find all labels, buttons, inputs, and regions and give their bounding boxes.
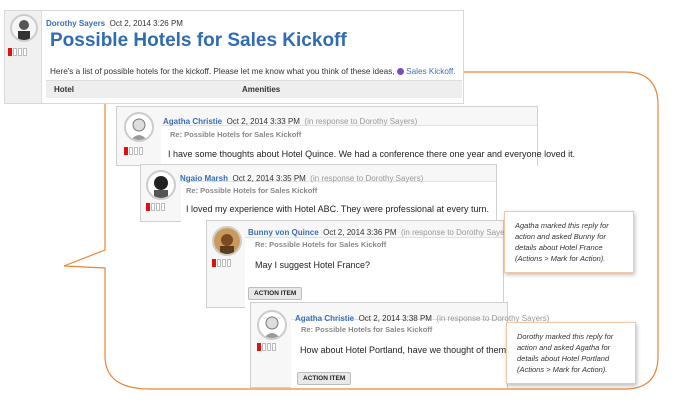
- reply-subject: Re: Possible Hotels for Sales Kickoff: [186, 186, 318, 195]
- place-icon: [396, 68, 404, 75]
- reply-body: I loved my experience with Hotel ABC. Th…: [186, 204, 489, 214]
- action-item-tag[interactable]: ACTION ITEM: [297, 372, 352, 385]
- rating-widget[interactable]: [257, 343, 276, 351]
- avatar[interactable]: [212, 226, 242, 256]
- author-name[interactable]: Ngaio Marsh: [180, 174, 228, 183]
- rating-widget[interactable]: [124, 147, 143, 155]
- column-header: Hotel: [54, 85, 74, 94]
- author-name[interactable]: Dorothy Sayers: [46, 19, 105, 28]
- rating-widget[interactable]: [8, 48, 27, 56]
- reply-body: How about Hotel Portland, have we though…: [300, 345, 512, 355]
- reply-body: May I suggest Hotel France?: [255, 260, 371, 270]
- timestamp: Oct 2, 2014 3:38 PM: [358, 314, 432, 323]
- table-header-row: Hotel Amenities: [46, 80, 462, 98]
- timestamp: Oct 2, 2014 3:26 PM: [109, 19, 183, 28]
- rating-widget[interactable]: [146, 203, 165, 211]
- author-name[interactable]: Agatha Christie: [163, 117, 222, 126]
- post-body: Here's a list of possible hotels for the…: [50, 67, 395, 76]
- author-name[interactable]: Bunny von Quince: [248, 228, 319, 237]
- place-link[interactable]: Sales Kickoff.: [406, 67, 455, 76]
- avatar[interactable]: [146, 170, 176, 200]
- timestamp: Oct 2, 2014 3:33 PM: [226, 117, 300, 126]
- avatar[interactable]: [257, 310, 287, 340]
- callout-note: Agatha marked this reply for action and …: [504, 211, 634, 273]
- in-response-note: (in response to Dorothy Sayers): [400, 228, 514, 237]
- in-response-note: (in response to Dorothy Sayers): [304, 117, 418, 126]
- avatar[interactable]: [10, 14, 38, 42]
- page-title: Possible Hotels for Sales Kickoff: [50, 30, 347, 51]
- action-item-tag[interactable]: ACTION ITEM: [248, 287, 303, 300]
- callout-note: Dorothy marked this reply for action and…: [506, 322, 636, 384]
- author-name[interactable]: Agatha Christie: [295, 314, 354, 323]
- reply-subject: Re: Possible Hotels for Sales Kickoff: [170, 130, 302, 139]
- timestamp: Oct 2, 2014 3:36 PM: [323, 228, 397, 237]
- reply-body: I have some thoughts about Hotel Quince.…: [168, 149, 576, 159]
- in-response-note: (in response to Dorothy Sayers): [310, 174, 424, 183]
- rating-widget[interactable]: [212, 259, 231, 267]
- reply-subject: Re: Possible Hotels for Sales Kickoff: [255, 240, 387, 249]
- avatar[interactable]: [124, 112, 154, 142]
- timestamp: Oct 2, 2014 3:35 PM: [232, 174, 306, 183]
- reply-subject: Re: Possible Hotels for Sales Kickoff: [301, 325, 433, 334]
- column-header: Amenities: [242, 85, 281, 94]
